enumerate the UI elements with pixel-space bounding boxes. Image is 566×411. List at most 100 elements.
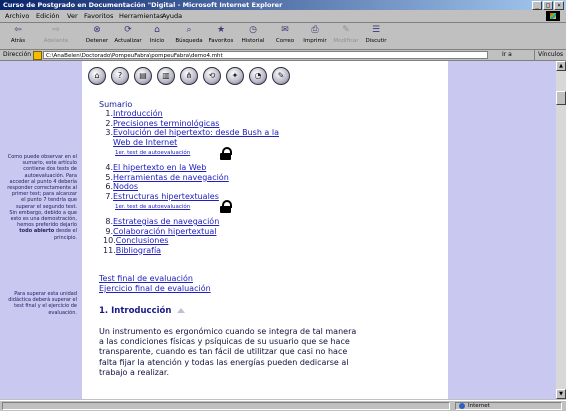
timer-nav-icon[interactable]: ◔ [249,67,267,85]
stop-button[interactable]: ⊗ Detener [83,24,111,48]
favorites-button[interactable]: ★ Favoritos [206,24,236,48]
page-viewport: Como puede observar en el sumario, este … [0,61,556,399]
windows-logo-icon [546,11,560,21]
main-content: ⌂ ? ▤ ▥ ⋔ ⟲ ✦ ◔ ✎ Sumario 1.Introducción… [82,61,448,399]
go-button[interactable]: Ir a [502,50,512,60]
toc-item-continuation: Web de Internet [103,138,343,148]
right-sidebar [448,61,556,399]
final-links: Test final de evaluación Ejercicio final… [99,274,211,294]
toc-item: 3.Evolución del hipertexto: desde Bush a… [105,128,279,137]
help-nav-icon[interactable]: ? [111,67,129,85]
maximize-button[interactable]: □ [543,1,553,10]
toc-item: 11.Bibliografía [103,245,162,255]
status-text [2,402,450,410]
mail-button[interactable]: ✉ Correo [274,24,296,48]
print-icon: ⎙ [311,25,319,35]
idea-nav-icon[interactable]: ✦ [226,67,244,85]
toc-link-nodos[interactable]: Nodos [113,182,138,191]
menu-ayuda[interactable]: Ayuda [162,10,182,22]
forward-arrow-icon: ⇨ [52,25,60,35]
open-lock-icon [220,200,232,213]
toc-link-evolucion[interactable]: Evolución del hipertexto: desde Bush a l… [113,128,279,137]
back-button[interactable]: ⇦ Atrás [4,24,32,48]
history-button[interactable]: ◷ Historial [239,24,267,48]
sidebar-note: Como puede observar en el sumario, este … [7,154,77,241]
test-link-1[interactable]: 1er. test de autoevaluación [115,147,343,160]
search-button[interactable]: ⌕ Búsqueda [174,24,204,48]
scroll-up-icon[interactable]: ▲ [556,61,566,71]
status-bar: Internet [0,400,566,411]
open-lock-icon [220,147,232,160]
toc-link-evolucion-cont[interactable]: Web de Internet [113,138,177,147]
menu-bar: Archivo Edición Ver Favoritos Herramient… [0,10,566,23]
refresh-button[interactable]: ⟳ Actualizar [113,24,143,48]
discuss-button[interactable]: ☰ Discutir [363,24,389,48]
menu-herramientas[interactable]: Herramientas [119,10,163,22]
toc-link-bibliografia[interactable]: Bibliografía [116,246,161,255]
menu-edicion[interactable]: Edición [36,10,60,22]
menu-ver[interactable]: Ver [67,10,78,22]
toc-link-colaboracion[interactable]: Colaboración hipertextual [113,227,216,236]
toc-item: 4.El hipertexto en la Web [105,163,207,172]
final-test-link[interactable]: Test final de evaluación [99,274,193,283]
toc-link-introduccion[interactable]: Introducción [113,109,163,118]
security-zone: Internet [455,402,562,410]
menu-favoritos[interactable]: Favoritos [84,10,113,22]
address-bar: Dirección C:\AnaBelen\Doctorado\PompeuFa… [0,50,566,70]
discuss-icon: ☰ [371,25,381,35]
toc-item: 1.Introducción [105,109,163,118]
toc-link-hipertexto-web[interactable]: El hipertexto en la Web [113,163,206,172]
stop-icon: ⊗ [93,25,101,35]
left-sidebar: Como puede observar en el sumario, este … [0,61,82,399]
toc-link-estrategias[interactable]: Estrategias de navegación [113,217,219,226]
home-button[interactable]: ⌂ Inicio [146,24,168,48]
toc-item: 2.Precisiones terminológicas [105,118,220,128]
toc-link-precisiones[interactable]: Precisiones terminológicas [113,119,219,128]
toc-item: 6.Nodos [105,182,139,191]
section-paragraph: Un instrumento es ergonómico cuando se i… [99,327,357,377]
minimize-button[interactable]: _ [532,1,542,10]
search-icon: ⌕ [186,25,192,35]
toc-item: 10.Conclusiones [103,236,169,245]
network-nav-icon[interactable]: ⋔ [180,67,198,85]
forward-button[interactable]: ⇨ Adelante [40,24,72,48]
toc-item: 9.Colaboración hipertextual [105,226,217,236]
toc-item: 5.Herramientas de navegación [105,172,229,182]
sumario-title: Sumario [99,100,133,109]
book-nav-icon[interactable]: ▥ [157,67,175,85]
title-bar[interactable]: Curso de Postgrado en Documentación "Dig… [0,0,566,10]
print-button[interactable]: ⎙ Imprimir [302,24,328,48]
toc-link-herramientas[interactable]: Herramientas de navegación [113,173,229,182]
back-to-top-icon[interactable] [177,308,186,313]
window-controls: _ □ × [532,1,564,10]
scroll-down-icon[interactable]: ▼ [556,389,566,399]
globe-icon [459,403,465,409]
history-icon: ◷ [249,25,257,35]
vertical-scrollbar[interactable]: ▲ ▼ [556,61,566,399]
toc-link-estructuras[interactable]: Estructuras hipertextuales [113,192,219,201]
toc-link-conclusiones[interactable]: Conclusiones [116,236,169,245]
edit-nav-icon[interactable]: ✎ [272,67,290,85]
sidebar-note-2: Para superar esta unidad didáctica deber… [8,291,77,316]
edit-icon: ✎ [342,25,350,35]
browser-window: Curso de Postgrado en Documentación "Dig… [0,0,566,411]
toolbar: ⇦ Atrás ⇨ Adelante ⊗ Detener ⟳ Actualizar ⌂ I… [0,23,566,50]
scroll-thumb[interactable] [556,91,566,105]
window-title: Curso de Postgrado en Documentación "Dig… [3,1,283,9]
table-of-contents: 1.Introducción 2.Precisiones terminológi… [103,109,343,255]
test-link-2[interactable]: 1er. test de autoevaluación [115,200,343,214]
cycle-nav-icon[interactable]: ⟲ [203,67,221,85]
address-input[interactable]: C:\AnaBelen\Doctorado\PompeuFabra\pompeu… [43,51,488,59]
final-exercise-link[interactable]: Ejercicio final de evaluación [99,284,211,293]
refresh-icon: ⟳ [124,25,132,35]
mail-icon: ✉ [281,25,289,35]
menu-archivo[interactable]: Archivo [5,10,29,22]
nav-icon-bar: ⌂ ? ▤ ▥ ⋔ ⟲ ✦ ◔ ✎ [88,67,290,85]
page-icon [33,51,42,60]
back-arrow-icon: ⇦ [14,25,22,35]
contents-nav-icon[interactable]: ⌂ [88,67,106,85]
notes-nav-icon[interactable]: ▤ [134,67,152,85]
toc-item: 8.Estrategias de navegación [105,217,220,226]
edit-button[interactable]: ✎ Modificar [332,24,360,48]
close-button[interactable]: × [554,1,564,10]
